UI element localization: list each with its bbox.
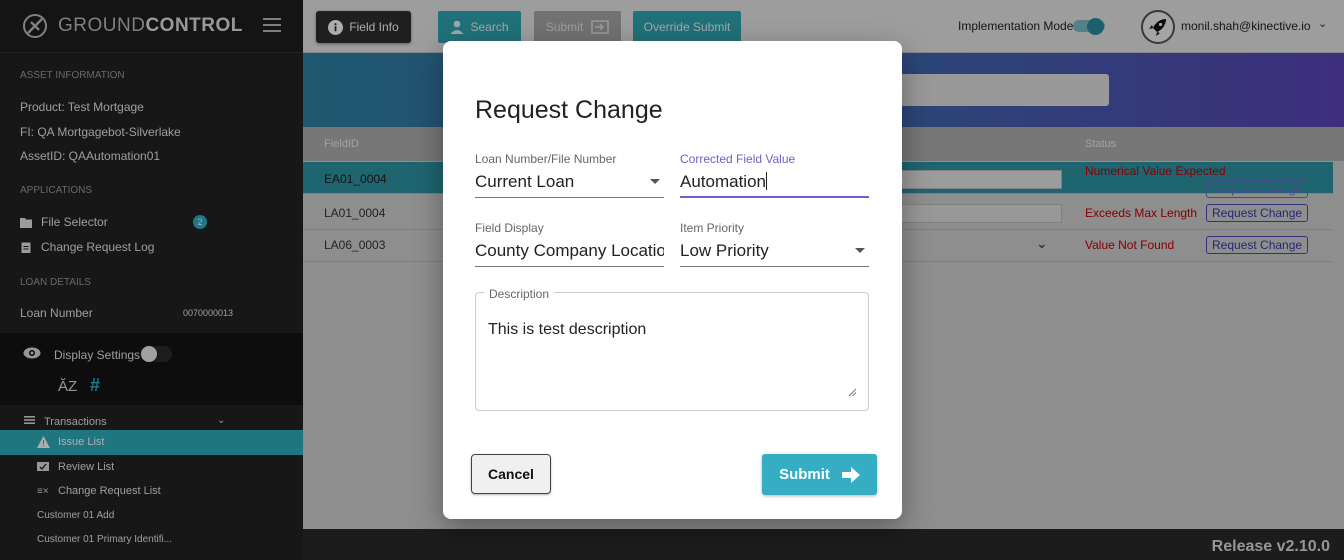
loan-number-label: Loan Number/File Number	[475, 152, 617, 166]
field-display-label: Field Display	[475, 221, 544, 235]
loan-number-text: Current Loan	[475, 172, 575, 191]
dropdown-arrow-icon	[650, 179, 660, 184]
dropdown-arrow-icon	[855, 248, 865, 253]
loan-number-select[interactable]: Loan Number/File Number Current Loan	[475, 152, 664, 198]
field-display-field[interactable]: Field Display County Company Location	[475, 221, 664, 267]
item-priority-select[interactable]: Item Priority Low Priority	[680, 221, 869, 267]
dialog-title: Request Change	[475, 96, 663, 124]
description-textarea[interactable]: Description This is test description	[475, 287, 869, 411]
item-priority-text: Low Priority	[680, 241, 769, 260]
request-change-dialog: Request Change Loan Number/File Number C…	[443, 41, 902, 519]
item-priority-label: Item Priority	[680, 221, 745, 235]
cancel-button[interactable]: Cancel	[471, 454, 551, 494]
submit-label: Submit	[779, 466, 830, 483]
corrected-value-label: Corrected Field Value	[680, 152, 796, 166]
field-display-input[interactable]: County Company Location	[475, 241, 664, 267]
text-cursor	[766, 172, 767, 190]
field-display-text: County Company Location	[475, 241, 664, 260]
item-priority-value[interactable]: Low Priority	[680, 241, 869, 267]
corrected-value-text: Automation	[680, 172, 766, 191]
description-label: Description	[484, 287, 555, 301]
corrected-value-field[interactable]: Corrected Field Value Automation	[680, 152, 869, 198]
submit-button[interactable]: Submit	[762, 454, 877, 495]
description-text: This is test description	[488, 321, 647, 338]
resize-handle-icon[interactable]	[848, 388, 856, 396]
arrow-right-icon	[841, 466, 860, 483]
loan-number-value[interactable]: Current Loan	[475, 172, 664, 198]
corrected-value-input[interactable]: Automation	[680, 172, 869, 198]
